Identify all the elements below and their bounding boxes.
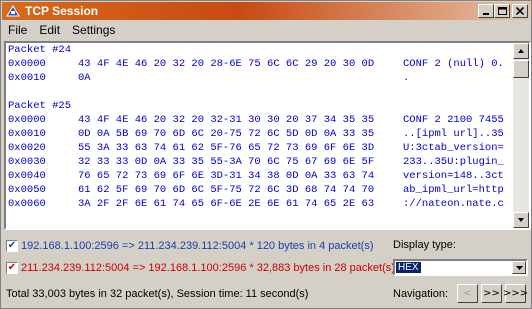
hex-row: 0x0050 61 62 5F 69 70 6D 6C 5F-75 72 6C 3… <box>8 183 513 197</box>
inbound-checkbox[interactable]: ✔ <box>6 262 18 274</box>
nav-previous-button[interactable]: < <box>457 284 478 303</box>
row-ascii: . <box>403 72 410 84</box>
menu-bar: File Edit Settings <box>2 21 530 39</box>
title-bar[interactable]: TCP Session <box>2 2 530 20</box>
packet-dump-view[interactable]: Packet #24 0x0000 43 4F 4E 46 20 32 20 28-… <box>4 41 531 230</box>
bottom-panel: ✔ 192.168.1.100:2596 => 211.234.239.112:… <box>4 234 531 308</box>
scroll-thumb[interactable] <box>513 60 529 78</box>
packet-separator <box>8 85 513 99</box>
row-offset: 0x0040 <box>8 170 46 182</box>
chevron-down-icon[interactable] <box>512 261 526 274</box>
row-hex: 0A <box>78 72 91 84</box>
row-hex: 43 4F 4E 46 20 32 20 32-31 30 30 20 37 3… <box>78 114 375 126</box>
row-offset: 0x0020 <box>8 142 46 154</box>
row-hex: 0D 0A 5B 69 70 6D 6C 20-75 72 6C 5D 0D 0… <box>78 128 375 140</box>
row-ascii: version=148..3ct <box>403 170 504 182</box>
window-title: TCP Session <box>25 4 99 18</box>
display-type-select[interactable]: HEX <box>393 259 528 276</box>
row-ascii: CONF 2 (null) 0. <box>403 58 504 70</box>
hex-row: 0x0000 43 4F 4E 46 20 32 20 28-6E 75 6C 6… <box>8 57 513 71</box>
outbound-checkbox[interactable]: ✔ <box>6 240 18 252</box>
row-offset: 0x0060 <box>8 198 46 210</box>
packet-header: Packet #24 <box>8 44 72 56</box>
menu-edit[interactable]: Edit <box>33 23 66 37</box>
hex-row: 0x0060 3A 2F 2F 6E 61 74 65 6F-6E 2E 6E 6… <box>8 197 513 211</box>
scroll-up-button[interactable] <box>513 43 529 59</box>
nav-next-button[interactable]: >> <box>481 284 502 303</box>
row-ascii: U:3ctab_version= <box>403 142 504 154</box>
row-hex: 43 4F 4E 46 20 32 20 28-6E 75 6C 6C 29 2… <box>78 58 375 70</box>
hex-row: 0x0020 55 3A 33 63 74 61 62 5F-76 65 72 7… <box>8 141 513 155</box>
row-hex: 3A 2F 2F 6E 61 74 65 6F-6E 2E 6E 61 74 6… <box>78 198 375 210</box>
display-type-label: Display type: <box>393 239 456 251</box>
packet-header: Packet #25 <box>8 100 72 112</box>
display-type-value: HEX <box>396 262 421 273</box>
vertical-scrollbar[interactable] <box>513 43 529 228</box>
row-offset: 0x0050 <box>8 184 46 196</box>
row-offset: 0x0000 <box>8 114 46 126</box>
hex-row: 0x0000 43 4F 4E 46 20 32 20 32-31 30 30 2… <box>8 113 513 127</box>
hex-row: 0x0030 32 33 33 0D 0A 33 35 55-3A 70 6C 7… <box>8 155 513 169</box>
row-offset: 0x0010 <box>8 128 46 140</box>
hex-row: 0x0040 76 65 72 73 69 6F 6E 3D-31 34 38 0… <box>8 169 513 183</box>
row-offset: 0x0000 <box>8 58 46 70</box>
row-hex: 61 62 5F 69 70 6D 6C 5F-75 72 6C 3D 68 7… <box>78 184 375 196</box>
row-ascii: CONF 2 2100 7455 <box>403 114 504 126</box>
maximize-button[interactable] <box>494 4 510 18</box>
packet-dump-content: Packet #24 0x0000 43 4F 4E 46 20 32 20 28-… <box>8 43 513 211</box>
row-ascii: 233..35U:plugin_ <box>403 156 504 168</box>
row-hex: 76 65 72 73 69 6F 6E 3D-31 34 38 0D 0A 3… <box>78 170 375 182</box>
tcp-session-window: TCP Session File Edit Settings Packet #2… <box>0 0 532 309</box>
row-ascii: ab_ipml_url=http <box>403 184 504 196</box>
session-summary: Total 33,003 bytes in 32 packet(s), Sess… <box>6 288 309 300</box>
row-ascii: ://nateon.nate.c <box>403 198 504 210</box>
row-ascii: ..[ipml url]..35 <box>403 128 504 140</box>
outbound-filter-label: 192.168.1.100:2596 => 211.234.239.112:50… <box>21 240 374 252</box>
nav-last-button[interactable]: >>> <box>503 284 528 303</box>
tcp-session-icon <box>5 4 21 18</box>
hex-row: 0x0010 0A. <box>8 71 513 85</box>
row-hex: 55 3A 33 63 74 61 62 5F-76 65 72 73 69 6… <box>78 142 375 154</box>
navigation-label: Navigation: <box>393 288 449 300</box>
close-button[interactable] <box>512 4 528 18</box>
menu-settings[interactable]: Settings <box>66 23 121 37</box>
inbound-filter-label: 211.234.239.112:5004 => 192.168.1.100:25… <box>21 262 395 274</box>
outbound-filter[interactable]: ✔ 192.168.1.100:2596 => 211.234.239.112:… <box>6 238 373 254</box>
menu-file[interactable]: File <box>2 23 33 37</box>
row-hex: 32 33 33 0D 0A 33 35 55-3A 70 6C 75 67 6… <box>78 156 375 168</box>
minimize-button[interactable] <box>478 4 494 18</box>
row-offset: 0x0010 <box>8 72 46 84</box>
hex-row: 0x0010 0D 0A 5B 69 70 6D 6C 20-75 72 6C 5… <box>8 127 513 141</box>
inbound-filter[interactable]: ✔ 211.234.239.112:5004 => 192.168.1.100:… <box>6 260 395 276</box>
scroll-down-button[interactable] <box>513 212 529 228</box>
row-offset: 0x0030 <box>8 156 46 168</box>
